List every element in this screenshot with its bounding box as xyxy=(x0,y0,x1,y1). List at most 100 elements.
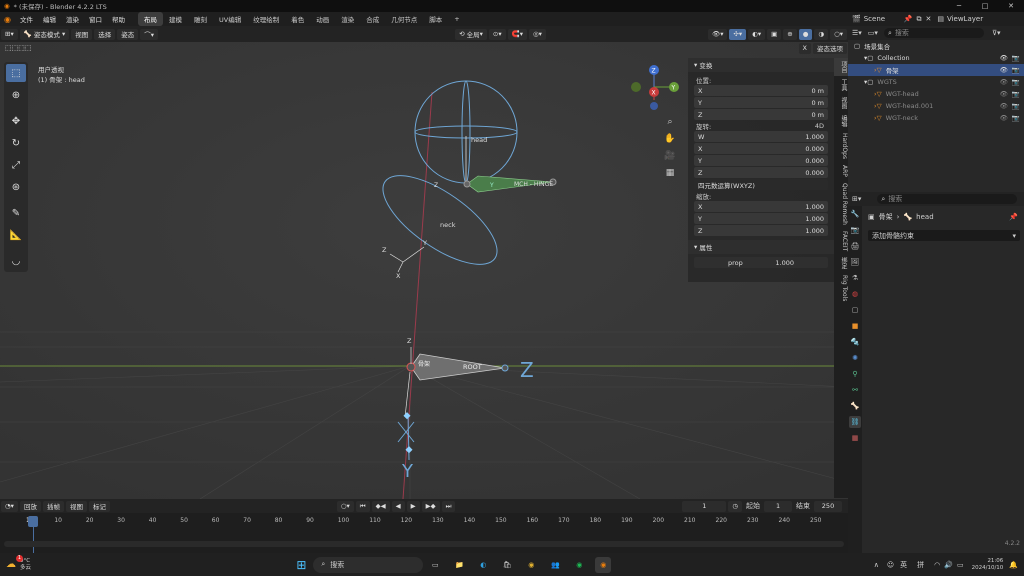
outliner-row[interactable]: ›▽ WGT-head.001 👁 📷 xyxy=(848,100,1024,112)
select-box-icon[interactable]: ⬚⬚⬚⬚ xyxy=(5,44,31,52)
taskbar-search[interactable]: ⌕ 搜索 xyxy=(313,556,424,573)
prop-field[interactable]: prop 1.000 xyxy=(694,257,828,268)
pin-icon[interactable]: 📌 xyxy=(1009,213,1018,221)
world-tab-icon[interactable]: ◍ xyxy=(849,288,861,300)
physics-tab-icon[interactable]: ⚲ xyxy=(849,368,861,380)
tab-scripting[interactable]: 脚本 xyxy=(423,12,448,26)
jump-start-icon[interactable]: ⏮ xyxy=(355,500,370,512)
scale-x-field[interactable]: X 1.000 xyxy=(694,201,828,212)
mode-dropdown[interactable]: 🦴 姿态模式 ▾ xyxy=(19,28,70,40)
properties-section-header[interactable]: ▾ 属性 xyxy=(688,240,834,254)
location-x-field[interactable]: X 0 m xyxy=(694,85,828,96)
store-icon[interactable]: 🛍 xyxy=(499,557,515,573)
particles-tab-icon[interactable]: ✺ xyxy=(849,352,861,364)
end-frame-field[interactable]: 250 xyxy=(814,500,843,512)
sidetab-quad-remesh[interactable]: Quad Remesh xyxy=(834,180,848,228)
grid-view-icon[interactable]: ▦ xyxy=(662,165,678,182)
edge-icon[interactable]: ◐ xyxy=(475,557,491,573)
properties-editor-icon[interactable]: ⊞▾ xyxy=(852,195,861,203)
render-camera-icon[interactable]: 📷 xyxy=(1012,54,1020,62)
tab-layout[interactable]: 布局 xyxy=(137,12,163,26)
scale-tool-icon[interactable]: ⤢ xyxy=(6,156,26,174)
sidetab-hardops[interactable]: HardOps xyxy=(834,130,848,162)
pan-hand-icon[interactable]: ✋ xyxy=(662,131,678,148)
tab-modeling[interactable]: 建模 xyxy=(163,12,188,26)
menu-edit[interactable]: 编辑 xyxy=(38,14,61,24)
render-camera-icon[interactable]: 📷 xyxy=(1012,102,1020,110)
armature-tab-icon[interactable]: ⚯ xyxy=(849,384,861,396)
render-camera-icon[interactable]: 📷 xyxy=(1012,66,1020,74)
render-camera-icon[interactable]: 📷 xyxy=(1012,78,1020,86)
wifi-icon[interactable]: ◠ xyxy=(934,561,940,569)
location-y-field[interactable]: Y 0 m xyxy=(694,97,828,108)
teams-icon[interactable]: 👥 xyxy=(547,557,563,573)
pin-icon[interactable]: 📌 xyxy=(904,15,913,23)
shading-solid-icon[interactable]: ● xyxy=(798,28,813,40)
tab-animation[interactable]: 动画 xyxy=(310,12,335,26)
timeline-area[interactable]: 1102030405060708090100110120130140150160… xyxy=(0,513,848,553)
pivot-icon[interactable]: ⊙▾ xyxy=(488,28,506,40)
snap-icon[interactable]: 🧲▾ xyxy=(507,28,527,40)
render-camera-icon[interactable]: 📷 xyxy=(1012,90,1020,98)
outliner-row[interactable]: ▢ 场景集合 xyxy=(848,40,1024,52)
delete-scene-icon[interactable]: ✕ xyxy=(925,15,931,23)
menu-help[interactable]: 帮助 xyxy=(107,14,130,24)
tab-texture-paint[interactable]: 纹理绘制 xyxy=(247,12,285,26)
clock-icon[interactable]: ◷ xyxy=(728,500,743,512)
visibility-eye-icon[interactable]: 👁 xyxy=(1000,66,1008,74)
select-tool-icon[interactable]: ⬚ xyxy=(6,64,26,82)
sidetab-arp[interactable]: ARP xyxy=(834,162,848,180)
move-tool-icon[interactable]: ✥ xyxy=(6,112,26,130)
relax-pose-tool-icon[interactable]: ◡ xyxy=(6,252,26,270)
timeline-editor-type[interactable]: ◔▾ xyxy=(1,500,18,512)
outliner-search[interactable]: ⌕ 搜索 xyxy=(883,28,984,38)
view-layer-tab-icon[interactable]: 🖼 xyxy=(849,256,861,268)
object-tab-icon[interactable]: ■ xyxy=(849,320,861,332)
play-icon[interactable]: ▶ xyxy=(406,500,420,512)
outliner-row[interactable]: ▾▢ Collection 👁 📷 xyxy=(848,52,1024,64)
prev-key-icon[interactable]: ◆◀ xyxy=(371,500,390,512)
menu-view[interactable]: 视图 xyxy=(71,28,93,40)
rotation-y-field[interactable]: Y 0.000 xyxy=(694,155,828,166)
bone-constraint-tab-icon[interactable]: ⛓ xyxy=(849,416,861,428)
menu-pose[interactable]: 姿态 xyxy=(117,28,139,40)
blender-taskbar-icon[interactable]: ◉ xyxy=(595,556,612,573)
tab-uv-editing[interactable]: UV编辑 xyxy=(213,12,247,26)
close-button[interactable]: ✕ xyxy=(998,2,1024,10)
filter-display-icon[interactable]: ▭▾ xyxy=(868,29,878,37)
visibility-eye-icon[interactable]: 👁 xyxy=(1000,90,1008,98)
file-explorer-icon[interactable]: 📁 xyxy=(451,557,467,573)
rotation-mode-dropdown[interactable]: 四元数运算(WXYZ) xyxy=(694,179,828,190)
timeline-view-menu[interactable]: 视图 xyxy=(65,500,87,512)
visibility-eye-icon[interactable]: 👁 xyxy=(1000,54,1008,62)
texture-tab-icon[interactable]: ▦ xyxy=(849,432,861,444)
sidetab-rigging[interactable]: 绑定 xyxy=(834,254,848,272)
shading-render-icon[interactable]: ○▾ xyxy=(830,28,847,40)
timeline-scrollbar[interactable] xyxy=(4,541,844,547)
tab-rendering[interactable]: 渲染 xyxy=(335,12,360,26)
sidetab-view[interactable]: 视图 xyxy=(834,94,848,112)
collection-tab-icon[interactable]: ▢ xyxy=(849,304,861,316)
shading-wire-icon[interactable]: ⊕ xyxy=(783,28,797,40)
task-view-icon[interactable]: ▭ xyxy=(427,557,443,573)
language-indicator[interactable]: 英 xyxy=(900,560,907,570)
viewlayer-name[interactable]: ViewLayer xyxy=(947,15,983,23)
visibility-eye-icon[interactable]: 👁 xyxy=(1000,114,1008,122)
new-scene-icon[interactable]: ⧉ xyxy=(916,15,921,24)
visibility-eye-icon[interactable]: 👁 xyxy=(1000,102,1008,110)
timeline-keying-menu[interactable]: 插帧 xyxy=(42,500,64,512)
scale-y-field[interactable]: Y 1.000 xyxy=(694,213,828,224)
rotation-x-field[interactable]: X 0.000 xyxy=(694,143,828,154)
visibility-eye-icon[interactable]: 👁 xyxy=(1000,78,1008,86)
pose-options-dropdown[interactable]: 姿态选项 xyxy=(813,42,847,54)
output-tab-icon[interactable]: 🖨 xyxy=(849,240,861,252)
current-frame-field[interactable]: 1 xyxy=(682,500,727,512)
shading-material-icon[interactable]: ◑ xyxy=(814,28,829,40)
outliner-row[interactable]: ›▽ 骨架 👁 📷 xyxy=(848,64,1024,76)
tab-sculpting[interactable]: 雕刻 xyxy=(188,12,213,26)
rotate-tool-icon[interactable]: ↻ xyxy=(6,134,26,152)
overlay-icon[interactable]: ◐▾ xyxy=(748,28,766,40)
minimize-button[interactable]: ─ xyxy=(946,2,972,10)
frame-ruler[interactable]: 1102030405060708090100110120130140150160… xyxy=(0,516,848,527)
timeline-playback-menu[interactable]: 回放 xyxy=(19,500,41,512)
